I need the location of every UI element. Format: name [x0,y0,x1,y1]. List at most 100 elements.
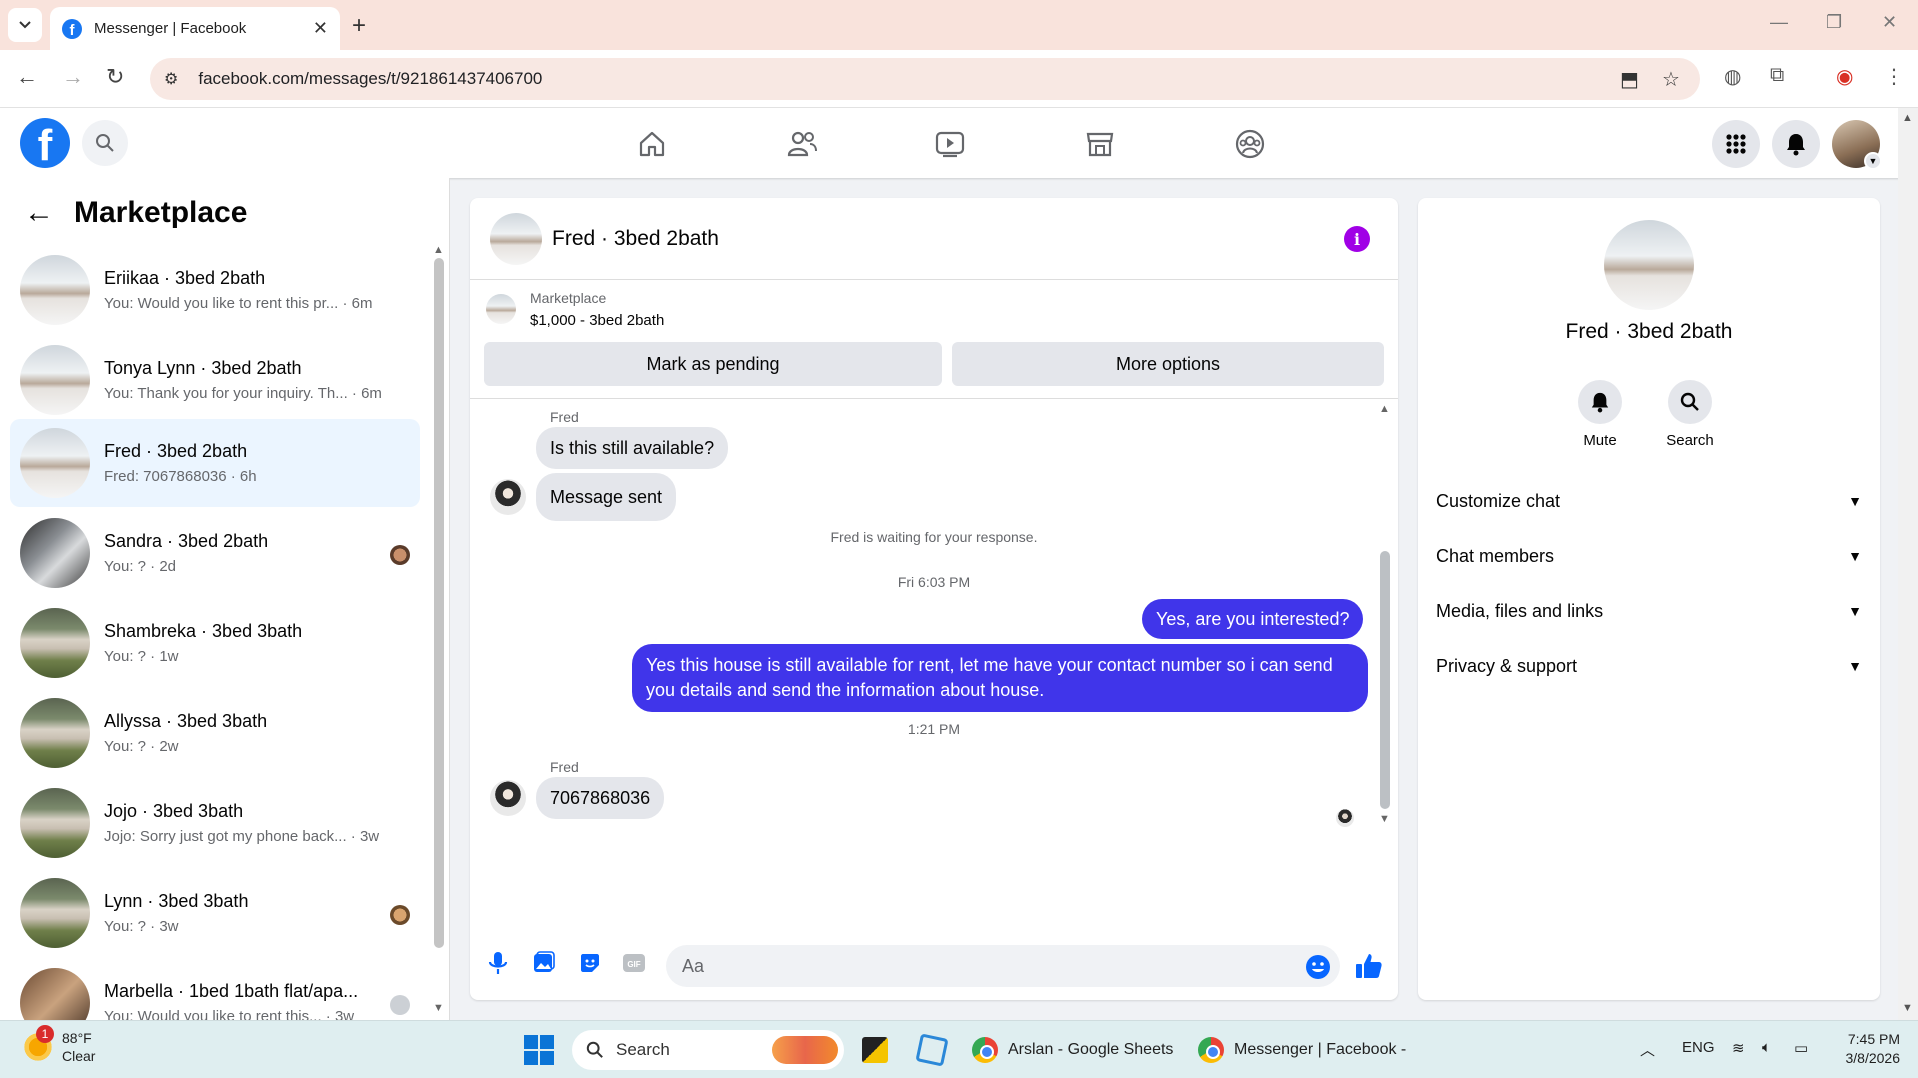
conversation-item-sandra[interactable]: Sandra · 3bed 2bath You: ? · 2d [10,509,420,597]
customize-chat-section[interactable]: Customize chat ▼ [1436,481,1862,521]
scroll-down-arrow-icon[interactable]: ▼ [1379,813,1390,825]
message-input[interactable] [666,945,1340,987]
conversation-name: Shambreka · 3bed 3bath [104,621,303,641]
new-tab-button[interactable]: + [352,12,366,40]
battery-icon[interactable]: ▭ [1794,1039,1808,1057]
taskbar-search-box[interactable]: Search [572,1030,844,1070]
incoming-message[interactable]: 7067868036 [536,777,665,819]
gif-icon[interactable]: GIF [620,949,648,977]
language-indicator[interactable]: ENG [1682,1039,1715,1056]
system-clock[interactable]: 7:45 PM 3/8/2026 [1834,1030,1901,1068]
sticker-icon[interactable] [576,949,604,977]
tab-title: Messenger | Facebook [94,20,247,37]
weather-widget[interactable]: 1 88°F Clear [22,1025,95,1065]
conversation-item-tonya-lynn[interactable]: Tonya Lynn · 3bed 2bath You: Thank you f… [10,336,420,424]
marketplace-listing-banner[interactable]: Marketplace $1,000 - 3bed 2bath [486,290,664,329]
profile-icon[interactable]: ◉ [1836,64,1853,89]
windows-taskbar: 1 88°F Clear Search Arslan - Google Shee… [0,1020,1918,1078]
taskbar-app-messenger[interactable]: Messenger | Facebook - [1198,1032,1406,1068]
home-nav-icon[interactable] [632,124,672,164]
url-text[interactable]: facebook.com/messages/t/921861437406700 [198,69,542,89]
timestamp: Fri 6:03 PM [897,574,971,590]
thumbs-up-icon[interactable] [1354,951,1384,981]
browser-tab-messenger[interactable]: f Messenger | Facebook ✕ [50,7,340,50]
wifi-icon[interactable]: ≋ [1732,1039,1745,1057]
sender-avatar[interactable] [490,780,526,816]
conversation-sidebar: ← Marketplace Eriikaa · 3bed 2bath You: … [0,178,450,1020]
sender-avatar[interactable] [490,479,526,515]
outgoing-message[interactable]: Yes this house is still available for re… [632,644,1368,713]
privacy-support-section[interactable]: Privacy & support ▼ [1436,646,1862,686]
page-scrollbar[interactable]: ▲ ▼ [1898,108,1918,1020]
close-window-icon[interactable]: ✕ [1882,12,1897,33]
translate-globe-icon[interactable]: ◍ [1724,64,1741,89]
listing-thumbnail [20,698,90,768]
back-arrow-icon[interactable]: ← [24,196,54,230]
conversation-item-marbella[interactable]: Marbella · 1bed 1bath flat/apa... You: W… [10,959,420,1020]
chevron-down-icon: ▼ [1848,548,1862,564]
menu-grid-button[interactable] [1712,120,1760,168]
account-avatar[interactable]: ▼ [1832,120,1882,170]
scroll-down-arrow-icon[interactable]: ▼ [433,1002,444,1014]
sticky-notes-app-icon[interactable] [862,1032,888,1068]
bell-icon [1591,392,1609,413]
marketplace-nav-icon[interactable] [1080,124,1120,164]
conversation-item-shambreka[interactable]: Shambreka · 3bed 3bath You: ? · 1w [10,599,420,687]
outgoing-message[interactable]: Yes, are you interested? [1142,599,1364,639]
extensions-puzzle-icon[interactable]: ⧉ [1770,64,1784,87]
conversation-item-lynn[interactable]: Lynn · 3bed 3bath You: ? · 3w [10,869,420,957]
volume-icon[interactable]: 🔈︎ [1762,1039,1771,1056]
groups-nav-icon[interactable] [1230,124,1270,164]
address-bar[interactable]: ⚙ facebook.com/messages/t/92186143740670… [150,58,1700,100]
chat-members-section[interactable]: Chat members ▼ [1436,536,1862,576]
scroll-down-arrow-icon[interactable]: ▼ [1902,1002,1913,1014]
chat-header[interactable]: Fred · 3bed 2bath i [470,198,1398,280]
taskbar-app-google-sheets[interactable]: Arslan - Google Sheets [972,1032,1173,1068]
notifications-button[interactable] [1772,120,1820,168]
chat-title[interactable]: Fred · 3bed 2bath [552,227,719,251]
reload-icon[interactable]: ↻ [106,64,124,90]
install-app-icon[interactable]: ⬒ [1620,67,1639,92]
browser-toolbar: ← → ↻ ⚙ facebook.com/messages/t/92186143… [0,50,1918,108]
emoji-icon[interactable] [1305,954,1331,980]
video-nav-icon[interactable] [930,124,970,164]
scroll-up-arrow-icon[interactable]: ▲ [1902,112,1913,124]
chat-scrollbar[interactable] [1380,551,1390,809]
incoming-message[interactable]: Is this still available? [536,427,729,469]
tab-search-button[interactable] [8,8,42,42]
back-arrow-icon[interactable]: ← [16,64,38,90]
mark-as-pending-button[interactable]: Mark as pending [484,342,942,386]
minimize-icon[interactable]: — [1770,12,1788,33]
forward-arrow-icon[interactable]: → [62,64,84,90]
listing-thumbnail [20,345,90,415]
facebook-search-button[interactable] [82,120,128,166]
facebook-logo-icon[interactable]: f [20,118,70,168]
message-composer: GIF [470,933,1398,1000]
scroll-up-arrow-icon[interactable]: ▲ [433,244,444,256]
more-options-button[interactable]: More options [952,342,1384,386]
conversation-item-allyssa[interactable]: Allyssa · 3bed 3bath You: ? · 2w [10,689,420,777]
snipping-tool-app-icon[interactable] [915,1032,949,1068]
bookmark-star-icon[interactable]: ☆ [1662,67,1680,92]
friends-nav-icon[interactable] [782,124,822,164]
search-in-chat-button[interactable]: Search [1650,380,1730,449]
incoming-message[interactable]: Message sent [536,473,677,521]
mute-button[interactable]: Mute [1560,380,1640,449]
tab-close-icon[interactable]: ✕ [313,18,328,39]
info-icon[interactable]: i [1344,226,1370,252]
restore-icon[interactable]: ❐ [1826,12,1842,33]
sidebar-scrollbar[interactable] [434,258,444,948]
chevron-down-icon: ▼ [1848,603,1862,619]
media-files-links-section[interactable]: Media, files and links ▼ [1436,591,1862,631]
photo-icon[interactable] [530,949,558,977]
scroll-up-arrow-icon[interactable]: ▲ [1379,403,1390,415]
conversation-name: Eriikaa · 3bed 2bath [104,268,266,288]
microphone-icon[interactable] [484,949,512,977]
conversation-item-fred[interactable]: Fred · 3bed 2bath Fred: 7067868036 · 6h [10,419,420,507]
browser-menu-icon[interactable]: ⋮ [1884,64,1904,89]
windows-start-icon[interactable] [524,1035,554,1065]
site-info-icon[interactable]: ⚙ [164,69,178,89]
show-hidden-icons-chevron-icon[interactable]: ︿ [1640,1039,1655,1060]
conversation-item-jojo[interactable]: Jojo · 3bed 3bath Jojo: Sorry just got m… [10,779,420,867]
conversation-item-eriikaa[interactable]: Eriikaa · 3bed 2bath You: Would you like… [10,246,420,334]
